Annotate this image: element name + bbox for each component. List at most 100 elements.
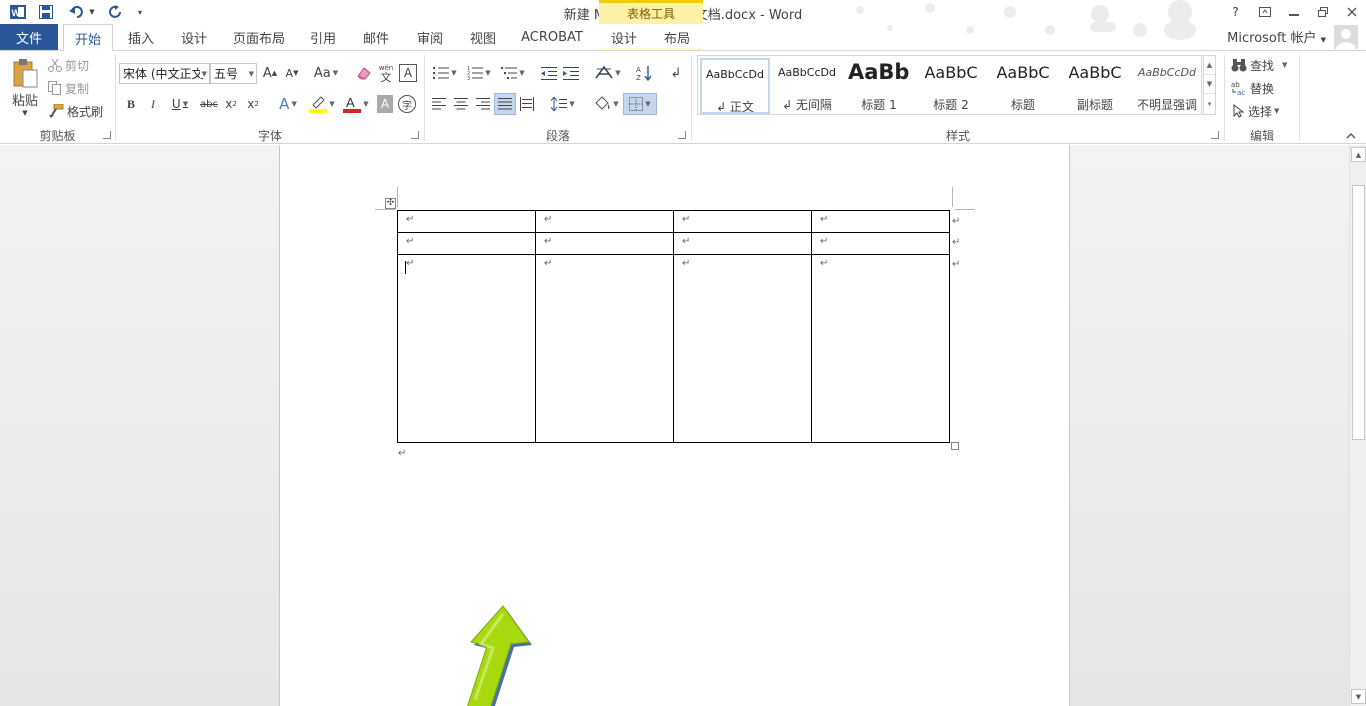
table-cell[interactable]: ↵ — [397, 232, 536, 255]
sort-icon[interactable]: AZ — [634, 63, 654, 83]
styles-dialog-launcher[interactable] — [1211, 131, 1219, 139]
gallery-down-icon[interactable]: ▼ — [1204, 75, 1215, 94]
style-normal[interactable]: AaBbCcDd ↲ 正文 — [700, 58, 770, 114]
tab-view[interactable]: 视图 — [463, 24, 503, 50]
close-icon[interactable] — [1337, 0, 1366, 24]
table-resize-handle[interactable] — [951, 442, 959, 450]
style-title[interactable]: AaBbC 标题 — [988, 58, 1058, 114]
account-menu[interactable]: Microsoft 帐户 ▼ — [1227, 27, 1326, 46]
minimize-icon[interactable] — [1279, 0, 1308, 24]
table-cell[interactable]: ↵ — [673, 232, 812, 255]
restore-icon[interactable] — [1308, 0, 1337, 24]
format-painter-button[interactable]: 格式刷 — [48, 102, 103, 120]
table-cell[interactable]: ↵ — [811, 232, 950, 255]
tab-design[interactable]: 设计 — [174, 24, 214, 50]
subscript-icon[interactable]: x2 — [222, 95, 240, 113]
table-cell[interactable]: ↵ — [397, 254, 536, 443]
scrollbar-thumb[interactable] — [1352, 185, 1365, 440]
align-right-icon[interactable] — [474, 94, 492, 114]
style-subtitle[interactable]: AaBbC 副标题 — [1060, 58, 1130, 114]
redo-icon[interactable] — [106, 2, 126, 22]
tab-page-layout[interactable]: 页面布局 — [228, 24, 290, 50]
show-formatting-marks-icon[interactable]: ↲ — [666, 63, 686, 83]
save-icon[interactable] — [36, 2, 56, 22]
style-subtle-emphasis[interactable]: AaBbCcDd 不明显强调 — [1132, 58, 1202, 114]
table-cell[interactable]: ↵ — [535, 254, 674, 443]
paste-icon[interactable] — [10, 57, 40, 89]
style-no-spacing[interactable]: AaBbCcDd ↲ 无间隔 — [772, 58, 842, 114]
decrease-indent-icon[interactable] — [539, 63, 559, 83]
clear-formatting-icon[interactable] — [355, 64, 373, 82]
borders-icon[interactable]: ▼ — [623, 93, 657, 115]
multilevel-list-icon[interactable]: ▼ — [498, 63, 528, 83]
italic-icon[interactable]: I — [144, 95, 162, 113]
font-color-icon[interactable]: A ▼ — [341, 94, 371, 114]
gallery-up-icon[interactable]: ▲ — [1204, 56, 1215, 75]
paste-button[interactable]: 粘贴 — [8, 91, 42, 109]
table-cell[interactable]: ↵ — [535, 210, 674, 233]
table-cell[interactable]: ↵ — [811, 210, 950, 233]
tab-mailings[interactable]: 邮件 — [356, 24, 396, 50]
collapse-ribbon-icon[interactable] — [1344, 131, 1358, 141]
numbering-icon[interactable]: 1 2 3 ▼ — [464, 63, 494, 83]
shrink-font-icon[interactable]: A ▼ — [283, 64, 301, 82]
tab-insert[interactable]: 插入 — [121, 24, 161, 50]
grow-font-icon[interactable]: A ▲ — [261, 64, 279, 82]
table-cell[interactable]: ↵ — [673, 210, 812, 233]
enclose-characters-icon[interactable]: 字 — [398, 95, 416, 113]
highlight-color-icon[interactable]: ▼ — [306, 94, 338, 114]
select-button[interactable]: 选择 ▼ — [1231, 102, 1279, 120]
scroll-up-icon[interactable]: ▲ — [1351, 147, 1366, 162]
strikethrough-icon[interactable]: abc — [199, 95, 219, 113]
shading-icon[interactable]: ▼ — [590, 94, 622, 114]
tab-acrobat[interactable]: ACROBAT — [516, 24, 588, 50]
phonetic-guide-icon[interactable]: wén 文 — [376, 63, 396, 83]
style-heading-2[interactable]: AaBbC 标题 2 — [916, 58, 986, 114]
tab-table-layout[interactable]: 布局 — [657, 24, 697, 50]
style-heading-1[interactable]: AaBb 标题 1 — [844, 58, 914, 114]
find-button[interactable]: 查找 ▼ — [1231, 56, 1287, 74]
cut-button[interactable]: 剪切 — [48, 56, 89, 74]
distributed-icon[interactable] — [518, 94, 536, 114]
font-name-combo[interactable]: 宋体 (中文正文 ▼ — [119, 63, 210, 84]
replace-button[interactable]: ab ac 替换 — [1231, 79, 1274, 97]
clipboard-dialog-launcher[interactable] — [103, 131, 111, 139]
align-left-icon[interactable] — [430, 94, 448, 114]
tab-file[interactable]: 文件 — [0, 24, 58, 50]
avatar[interactable] — [1334, 25, 1358, 49]
line-spacing-icon[interactable]: ▼ — [548, 94, 578, 114]
text-effects-icon[interactable]: A ▼ — [274, 94, 302, 114]
undo-icon[interactable] — [66, 2, 88, 22]
scroll-down-icon[interactable]: ▼ — [1351, 689, 1366, 704]
table-move-handle-icon[interactable]: ✣ — [385, 198, 396, 209]
undo-dropdown-icon[interactable]: ▼ — [88, 2, 96, 22]
character-shading-icon[interactable]: A — [377, 95, 393, 113]
vertical-scrollbar[interactable]: ▲ ▼ — [1349, 145, 1366, 706]
character-border-icon[interactable]: A — [399, 64, 417, 82]
paste-dropdown-icon[interactable]: ▼ — [20, 109, 30, 117]
table-cell[interactable]: ↵ — [811, 254, 950, 443]
align-center-icon[interactable] — [452, 94, 470, 114]
ribbon-display-options-icon[interactable] — [1250, 0, 1279, 24]
chinese-layout-icon[interactable]: ▼ — [592, 63, 624, 83]
tab-table-design[interactable]: 设计 — [604, 24, 644, 50]
underline-icon[interactable]: U ▼ — [166, 95, 194, 113]
bold-icon[interactable]: B — [122, 95, 140, 113]
customize-qat-icon[interactable]: ▾ — [134, 2, 146, 22]
bullets-icon[interactable]: ▼ — [430, 63, 460, 83]
tab-review[interactable]: 审阅 — [410, 24, 450, 50]
table-cell[interactable]: ↵ — [397, 210, 536, 233]
paragraph-dialog-launcher[interactable] — [678, 131, 686, 139]
justify-icon[interactable] — [494, 93, 516, 115]
tab-references[interactable]: 引用 — [303, 24, 343, 50]
tab-home[interactable]: 开始 — [63, 24, 113, 51]
table-cell[interactable]: ↵ — [673, 254, 812, 443]
gallery-more-icon[interactable]: ▾ — [1204, 94, 1215, 113]
help-icon[interactable]: ? — [1221, 0, 1250, 24]
change-case-button[interactable]: Aa ▼ — [311, 64, 341, 82]
superscript-icon[interactable]: x2 — [244, 95, 262, 113]
font-dialog-launcher[interactable] — [411, 131, 419, 139]
copy-button[interactable]: 复制 — [48, 79, 89, 97]
table-cell[interactable]: ↵ — [535, 232, 674, 255]
increase-indent-icon[interactable] — [561, 63, 581, 83]
